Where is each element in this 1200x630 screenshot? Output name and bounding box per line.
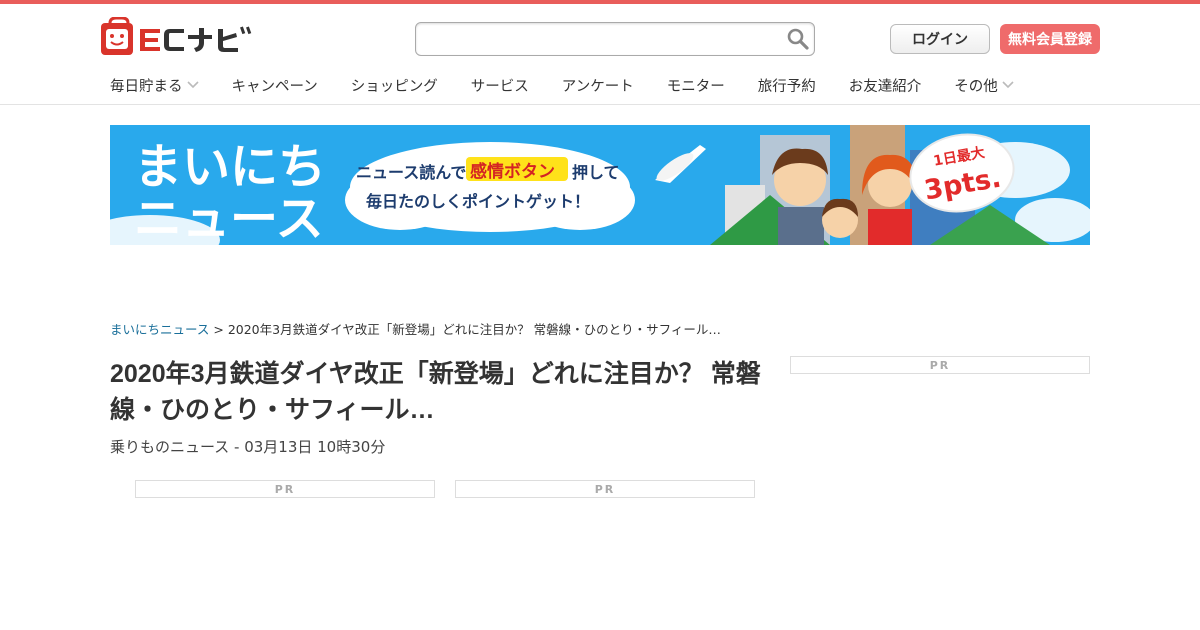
breadcrumb: まいにちニュース > 2020年3月鉄道ダイヤ改正「新登場」どれに注目か？ 常磐… (110, 319, 721, 338)
banner-tagline-button: 感情ボタン (470, 161, 555, 182)
nav-item-survey[interactable]: アンケート (562, 74, 634, 96)
nav-item-monitor[interactable]: モニター (667, 74, 725, 96)
mainichi-news-banner[interactable]: まいにち ニュース ニュース読んで 感情ボタン 押して 毎日たのしくポイントゲッ… (110, 125, 1090, 245)
nav-divider (0, 104, 1200, 105)
nav-item-label: ショッピング (350, 78, 438, 95)
chevron-down-icon (1002, 81, 1014, 89)
banner-illustration: まいにち ニュース ニュース読んで 感情ボタン 押して 毎日たのしくポイントゲッ… (110, 125, 1090, 245)
breadcrumb-separator: > (209, 322, 228, 337)
chevron-down-icon (186, 81, 199, 89)
banner-tagline-line2: 毎日たのしくポイントゲット！ (366, 192, 590, 211)
nav-item-label: キャンペーン (231, 78, 318, 95)
nav-item-label: サービス (470, 78, 529, 95)
nav-item-travel[interactable]: 旅行予約 (758, 74, 816, 96)
article-meta: 乗りものニュース - 03月13日 10時30分 (110, 438, 386, 456)
nav-item-campaign[interactable]: キャンペーン (232, 74, 318, 96)
main-nav: 毎日貯まる キャンペーン ショッピング サービス アンケート モニター 旅行予約… (110, 74, 1047, 96)
nav-item-shopping[interactable]: ショッピング (351, 74, 438, 96)
pr-ad-left[interactable]: PR (135, 480, 435, 498)
search-button[interactable] (786, 27, 810, 51)
nav-item-other[interactable]: その他 (954, 74, 1014, 96)
breadcrumb-root-link[interactable]: まいにちニュース (110, 322, 209, 337)
nav-item-label: その他 (954, 78, 998, 95)
login-button[interactable]: ログイン (890, 24, 990, 54)
logo-mark-icon (101, 17, 252, 55)
nav-item-service[interactable]: サービス (471, 74, 529, 96)
search-box (415, 22, 815, 56)
breadcrumb-current: 2020年3月鉄道ダイヤ改正「新登場」どれに注目か？ 常磐線・ひのとり・サフィー… (227, 322, 721, 337)
pr-ad-right[interactable]: PR (455, 480, 755, 498)
banner-title-line2: ニュース (134, 191, 324, 245)
ecnavi-logo[interactable] (100, 17, 262, 59)
nav-item-label: モニター (666, 78, 725, 95)
search-icon (787, 28, 809, 50)
search-input[interactable] (416, 23, 776, 55)
nav-item-label: お友達紹介 (848, 78, 922, 95)
nav-item-label: アンケート (561, 78, 634, 95)
banner-title-line1: まいにち (134, 139, 326, 195)
pr-ad-sidebar[interactable]: PR (790, 356, 1090, 374)
nav-item-daily[interactable]: 毎日貯まる (110, 74, 199, 96)
article-title: 2020年3月鉄道ダイヤ改正「新登場」どれに注目か？ 常磐線・ひのとり・サフィー… (110, 360, 761, 424)
top-accent-bar (0, 0, 1200, 4)
nav-item-label: 旅行予約 (757, 78, 816, 95)
nav-item-invite[interactable]: お友達紹介 (849, 74, 922, 96)
nav-item-label: 毎日貯まる (110, 78, 183, 95)
register-button[interactable]: 無料会員登録 (1000, 24, 1100, 54)
banner-tagline-pre: ニュース読んで (356, 163, 466, 182)
banner-tagline-post: 押して (572, 163, 620, 182)
